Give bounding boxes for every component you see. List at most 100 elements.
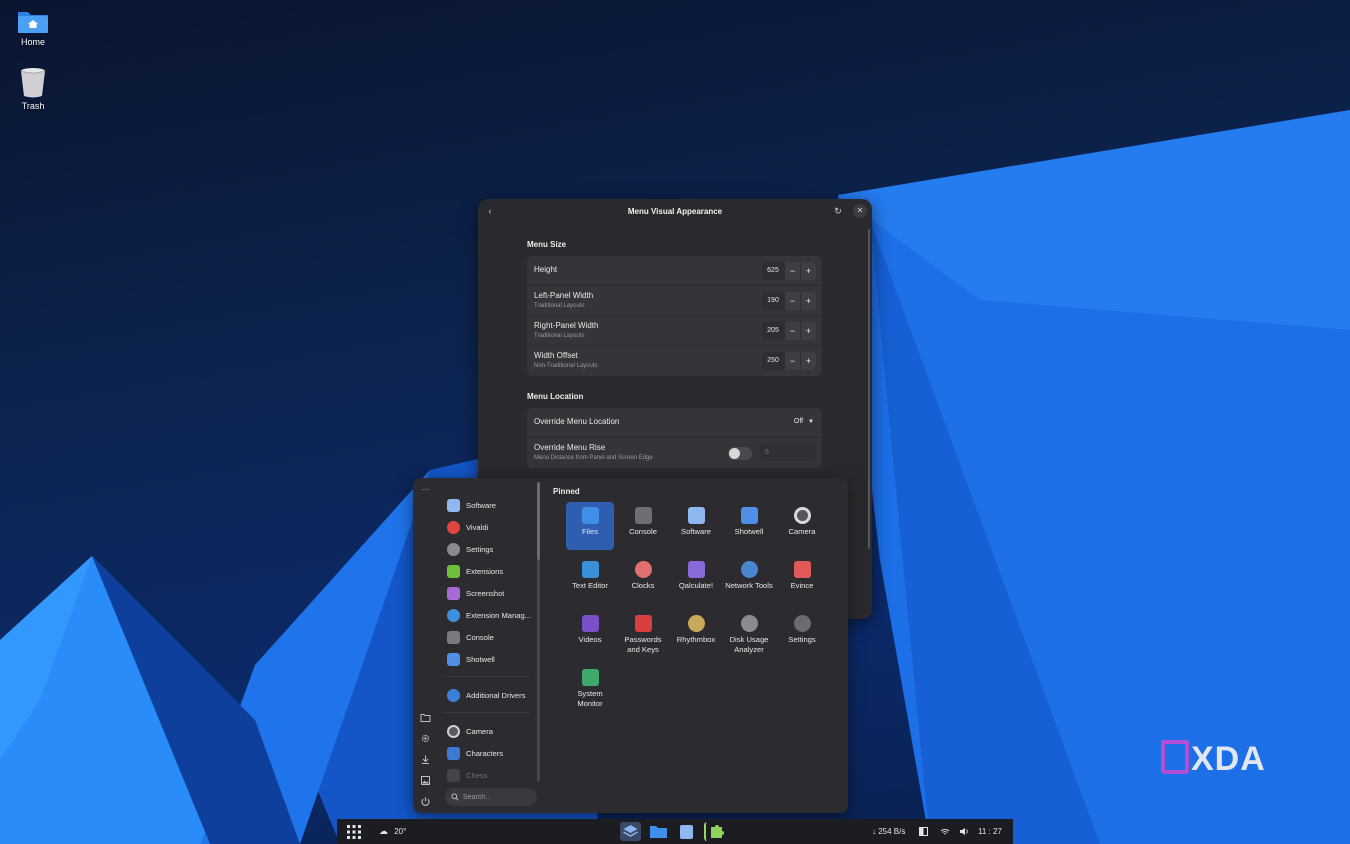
list-item[interactable]: Shotwell: [443, 650, 539, 668]
desktop-icon-trash[interactable]: Trash: [8, 66, 58, 111]
decrement-button[interactable]: −: [784, 322, 800, 340]
scrollbar-thumb[interactable]: [537, 482, 540, 560]
pinned-app-system-monitor[interactable]: System Monitor: [566, 664, 614, 712]
pinned-title: Pinned: [553, 487, 580, 496]
dialog-header: ‹ Menu Visual Appearance ↻ ✕: [478, 199, 872, 223]
folder-home-icon: [18, 12, 48, 33]
search-input[interactable]: [463, 793, 533, 801]
desktop-icon-home[interactable]: Home: [8, 8, 58, 47]
left-panel-width-stepper: 190 − +: [762, 292, 816, 310]
close-icon: ✕: [856, 206, 864, 215]
clocks-icon: [634, 561, 652, 578]
width-offset-stepper: 250 − +: [762, 352, 816, 370]
row-label: Right-Panel Width: [534, 321, 599, 330]
list-item[interactable]: Chess: [443, 766, 539, 784]
pinned-app-rhythmbox[interactable]: Rhythmbox: [672, 610, 720, 658]
height-stepper: 625 − +: [762, 262, 816, 280]
pinned-app-software[interactable]: Software: [672, 502, 720, 550]
pinned-app-clocks[interactable]: Clocks: [619, 556, 667, 604]
gear-icon[interactable]: [420, 733, 431, 744]
more-options-button[interactable]: ···: [420, 484, 431, 495]
clock[interactable]: 11 : 27: [978, 819, 1002, 844]
list-item[interactable]: Characters: [443, 744, 539, 762]
folder-icon[interactable]: [420, 712, 431, 723]
taskbar-app-activities[interactable]: [620, 822, 641, 841]
power-icon[interactable]: [420, 796, 431, 807]
row-label: Override Menu Rise: [534, 443, 606, 452]
list-item[interactable]: Extension Manag...: [443, 606, 539, 624]
list-item[interactable]: Console: [443, 628, 539, 646]
pinned-app-evince[interactable]: Evince: [778, 556, 826, 604]
dropdown-value: Off: [793, 418, 804, 425]
pinned-app-files[interactable]: Files: [566, 502, 614, 550]
characters-icon: [447, 746, 460, 760]
menu-side-strip: ···: [413, 478, 439, 813]
row-label: Override Menu Location: [534, 417, 620, 426]
shotwell-icon: [447, 652, 460, 666]
caret-down-icon: ▼: [808, 419, 814, 425]
increment-button[interactable]: +: [800, 262, 816, 280]
close-button[interactable]: ✕: [853, 204, 867, 218]
increment-button[interactable]: +: [800, 292, 816, 310]
app-grid-button[interactable]: [347, 819, 363, 844]
stepper-value[interactable]: 625: [762, 262, 784, 280]
override-rise-toggle[interactable]: [728, 447, 752, 460]
taskbar-app-software[interactable]: [676, 822, 697, 841]
decrement-button[interactable]: −: [784, 352, 800, 370]
pinned-app-videos[interactable]: Videos: [566, 610, 614, 658]
pinned-app-qalculate[interactable]: Qalculate!: [672, 556, 720, 604]
console-icon: [634, 507, 652, 524]
decrement-button[interactable]: −: [784, 292, 800, 310]
taskbar-app-extensions[interactable]: [704, 822, 725, 841]
image-icon[interactable]: [420, 775, 431, 786]
volume-icon[interactable]: [959, 819, 969, 844]
passwords-icon: [634, 615, 652, 632]
taskbar-app-files[interactable]: [648, 822, 669, 841]
pinned-app-settings[interactable]: Settings: [778, 610, 826, 658]
list-item[interactable]: Vivaldi: [443, 518, 539, 536]
stepper-value[interactable]: 205: [762, 322, 784, 340]
camera-icon: [793, 507, 811, 524]
pinned-app-passwords-and-keys[interactable]: Passwords and Keys: [619, 610, 667, 658]
weather-widget[interactable]: ☁ 20°: [379, 819, 406, 844]
list-item[interactable]: Extensions: [443, 562, 539, 580]
row-right-panel-width: Right-Panel Width Traditional Layouts 20…: [527, 316, 822, 346]
list-item[interactable]: Settings: [443, 540, 539, 558]
row-override-location[interactable]: Override Menu Location Off ▼: [527, 408, 822, 438]
row-label: Width Offset: [534, 351, 578, 360]
increment-button[interactable]: +: [800, 352, 816, 370]
additional-drivers-icon: [447, 688, 460, 702]
wifi-icon[interactable]: [940, 819, 950, 844]
settings-icon: [447, 542, 460, 556]
list-item[interactable]: Software: [443, 496, 539, 514]
row-width-offset: Width Offset Non-Traditional Layouts 250…: [527, 346, 822, 376]
search-field[interactable]: [445, 788, 537, 806]
stepper-value[interactable]: 190: [762, 292, 784, 310]
dialog-scrollbar[interactable]: [868, 229, 870, 549]
download-icon[interactable]: [420, 754, 431, 765]
pinned-app-shotwell[interactable]: Shotwell: [725, 502, 773, 550]
layers-icon: [623, 825, 638, 837]
taskbar: ☁ 20° ↓ 254 B/s 11 : 27: [337, 819, 1013, 844]
list-item[interactable]: Camera: [443, 722, 539, 740]
list-item[interactable]: Screenshot: [443, 584, 539, 602]
puzzle-icon: [711, 825, 724, 838]
reset-button[interactable]: ↻: [831, 204, 845, 218]
pinned-app-text-editor[interactable]: Text Editor: [566, 556, 614, 604]
override-location-dropdown[interactable]: Off ▼: [794, 418, 814, 425]
app-list-scrollbar[interactable]: [537, 482, 540, 782]
pinned-app-disk-usage-analyzer[interactable]: Disk Usage Analyzer: [725, 610, 773, 658]
refresh-icon: ↻: [834, 206, 842, 216]
pinned-app-camera[interactable]: Camera: [778, 502, 826, 550]
stepper-value[interactable]: 250: [762, 352, 784, 370]
increment-button[interactable]: +: [800, 322, 816, 340]
application-menu: ··· Software Vivaldi Settings Extensions…: [413, 478, 848, 813]
row-sublabel: Menu Distance from Panel and Screen Edge: [534, 455, 653, 461]
panel-layout-icon[interactable]: [919, 819, 928, 844]
decrement-button[interactable]: −: [784, 262, 800, 280]
list-item[interactable]: Additional Drivers: [443, 686, 539, 704]
list-divider: [443, 676, 531, 677]
pinned-app-console[interactable]: Console: [619, 502, 667, 550]
software-icon: [687, 507, 705, 524]
pinned-app-network-tools[interactable]: Network Tools: [725, 556, 773, 604]
